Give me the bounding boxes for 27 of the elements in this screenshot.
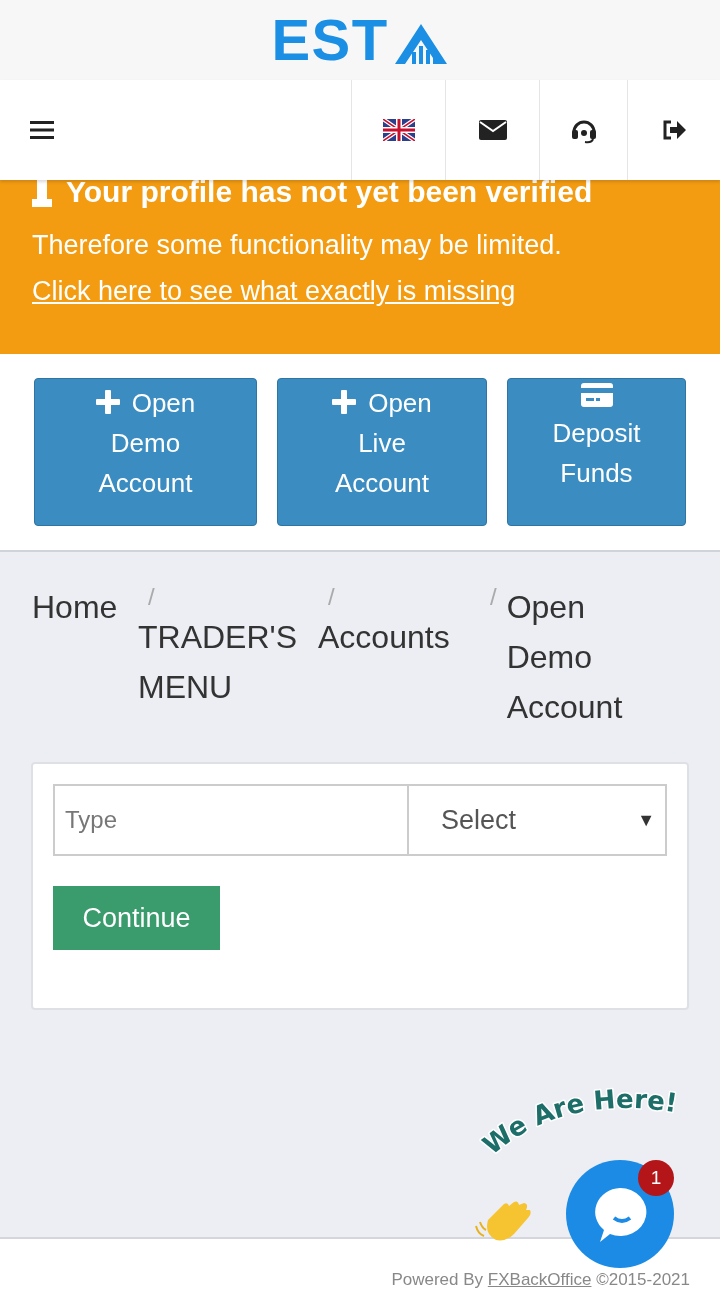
logo-text: EST: [271, 11, 389, 69]
breadcrumb-separator: /: [148, 582, 155, 612]
breadcrumb-link[interactable]: Accounts: [318, 612, 480, 662]
alert-title: Your profile has not yet been verified: [66, 180, 593, 207]
menu-icon[interactable]: [30, 120, 54, 140]
notification-badge: 1: [638, 1160, 674, 1196]
breadcrumb-link[interactable]: Open Demo Account: [506, 582, 642, 732]
plus-icon: [95, 390, 120, 414]
type-select[interactable]: Select ▼: [409, 784, 667, 856]
action-button[interactable]: Open Live Account: [277, 378, 487, 526]
footer-text: Powered By FXBackOffice ©2015-2021: [391, 1269, 690, 1291]
action-button[interactable]: Open Demo Account: [34, 378, 257, 526]
chat-button[interactable]: 1: [566, 1160, 674, 1268]
fxbackoffice-link[interactable]: FXBackOffice: [487, 1270, 592, 1289]
credit-card-icon: [580, 383, 613, 407]
alert-message: Therefore some functionality may be limited.: [32, 229, 563, 262]
uk-flag-icon[interactable]: [382, 119, 415, 141]
action-button[interactable]: Deposit Funds: [507, 378, 686, 526]
breadcrumb-separator: /: [328, 582, 335, 612]
logo-icon: [392, 22, 449, 66]
breadcrumb-separator: /: [490, 582, 497, 612]
breadcrumb-link[interactable]: Home: [32, 582, 118, 632]
plus-icon: [332, 390, 357, 414]
logout-icon[interactable]: [661, 119, 687, 141]
type-label-field: Type: [53, 784, 409, 856]
breadcrumb-link[interactable]: TRADER'S MENU: [138, 612, 318, 712]
mail-icon[interactable]: [478, 120, 507, 140]
